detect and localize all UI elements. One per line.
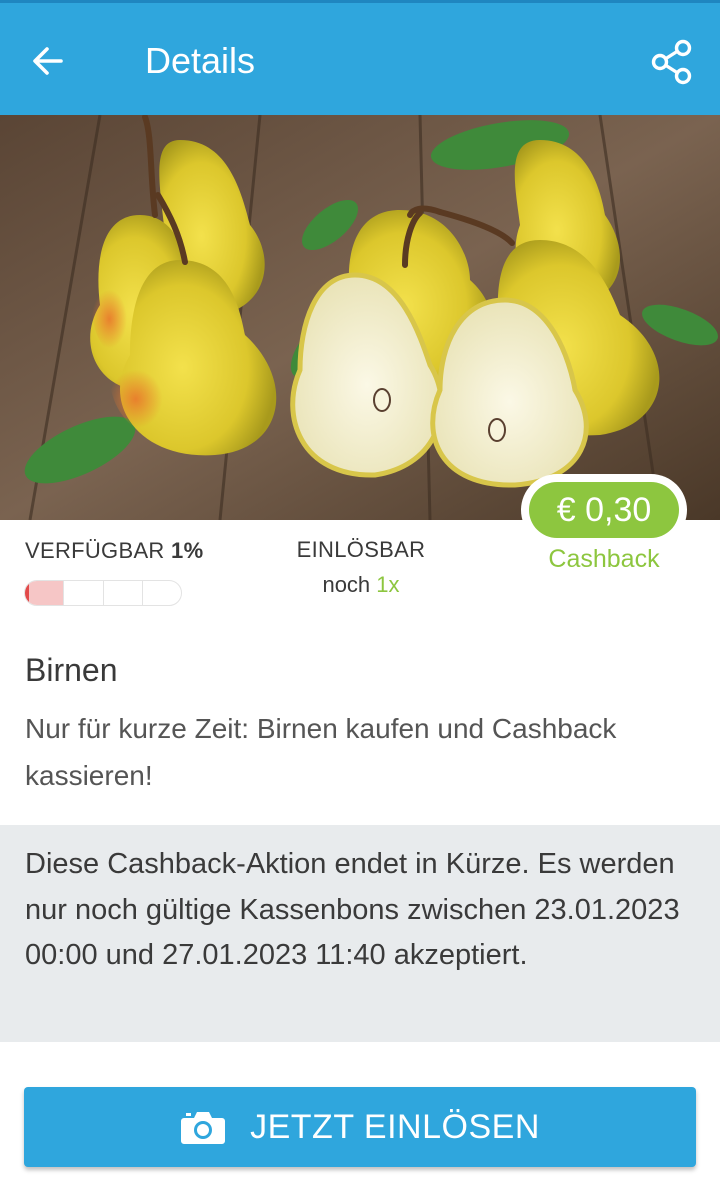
expiry-notice: Diese Cashback-Aktion endet in Kürze. Es…: [0, 825, 720, 1042]
cashback-price: € 0,30: [529, 482, 679, 538]
availability-segment: [104, 581, 143, 605]
expiry-notice-text: Diese Cashback-Aktion endet in Kürze. Es…: [25, 848, 680, 971]
availability-value: 1%: [171, 538, 204, 563]
availability-segment: [64, 581, 104, 605]
availability-bar: [24, 580, 182, 606]
page-title: Details: [145, 40, 256, 81]
app-bar: Details: [0, 0, 720, 115]
availability-title: VERFÜGBAR: [25, 538, 165, 563]
product-image: [0, 115, 720, 520]
arrow-left-icon: [33, 47, 63, 75]
redeemable-label: EINLÖSBAR: [296, 537, 426, 562]
redeemable-times: 1x: [376, 572, 400, 597]
share-button[interactable]: [650, 39, 694, 85]
cashback-label: Cashback: [548, 545, 660, 573]
camera-icon: [180, 1109, 226, 1145]
redeemable-prefix: noch: [322, 572, 371, 597]
availability-segment: [143, 581, 181, 605]
redeemable-count: noch 1x: [290, 572, 432, 598]
cashback-price-badge: € 0,30: [521, 474, 687, 546]
availability-segment-filled: [25, 581, 65, 605]
product-title: Birnen: [25, 652, 118, 688]
product-description: Nur für kurze Zeit: Birnen kaufen und Ca…: [25, 713, 617, 791]
redeem-now-button[interactable]: JETZT EINLÖSEN: [24, 1087, 696, 1167]
back-button[interactable]: [26, 39, 70, 83]
share-icon: [651, 39, 692, 85]
availability-label: VERFÜGBAR 1%: [25, 538, 203, 564]
redeem-now-label: JETZT EINLÖSEN: [250, 1107, 540, 1146]
